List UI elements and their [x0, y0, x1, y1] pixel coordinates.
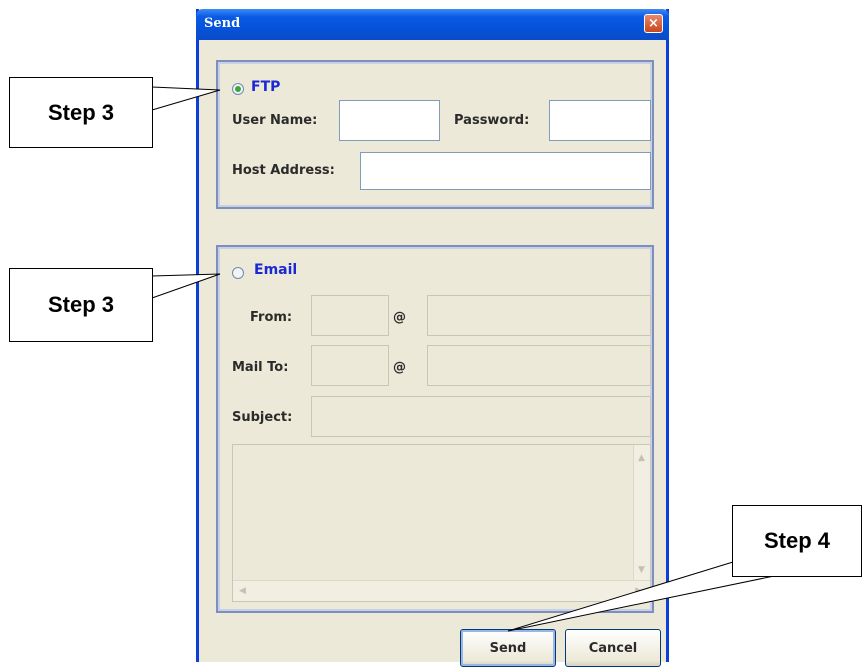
- from-label: From:: [250, 310, 293, 325]
- close-button[interactable]: ×: [644, 14, 663, 33]
- ftp-radio-label[interactable]: FTP: [251, 79, 280, 95]
- ftp-group: FTP User Name: Password: Host Address:: [216, 60, 654, 209]
- step3-email-callout: Step 3: [9, 268, 153, 342]
- window-title: Send: [204, 16, 241, 31]
- mail-to-label: Mail To:: [232, 360, 289, 375]
- email-radio[interactable]: [232, 267, 244, 279]
- from-user-input[interactable]: [311, 295, 389, 336]
- mail-to-at-sign: @: [393, 360, 406, 375]
- title-bar[interactable]: Send ×: [196, 9, 669, 40]
- subject-input[interactable]: [311, 396, 651, 437]
- send-button[interactable]: Send: [460, 629, 556, 667]
- user-name-input[interactable]: [339, 100, 440, 141]
- scroll-right-icon[interactable]: ▶: [635, 586, 642, 596]
- send-dialog: Send × FTP User Name: Password: Host Add…: [196, 9, 669, 667]
- password-input[interactable]: [549, 100, 651, 141]
- host-address-input[interactable]: [360, 152, 651, 190]
- vertical-scrollbar[interactable]: ▲ ▼: [633, 445, 650, 581]
- email-radio-label[interactable]: Email: [254, 262, 297, 278]
- horizontal-scrollbar[interactable]: ◀ ▶: [233, 580, 650, 601]
- scroll-left-icon[interactable]: ◀: [239, 586, 246, 596]
- password-label: Password:: [454, 113, 530, 128]
- message-body-textarea[interactable]: ▲ ▼ ◀ ▶: [232, 444, 651, 602]
- ftp-radio[interactable]: [232, 83, 244, 95]
- mail-to-user-input[interactable]: [311, 345, 389, 386]
- subject-label: Subject:: [232, 410, 293, 425]
- scroll-up-icon[interactable]: ▲: [638, 453, 645, 463]
- cancel-button[interactable]: Cancel: [565, 629, 661, 667]
- host-address-label: Host Address:: [232, 163, 335, 178]
- step4-callout: Step 4: [732, 505, 862, 577]
- from-at-sign: @: [393, 310, 406, 325]
- close-icon: ×: [648, 16, 659, 31]
- mail-to-domain-input[interactable]: [427, 345, 651, 386]
- email-group: Email From: @ Mail To: @ Subject: ▲ ▼ ◀ …: [216, 245, 654, 613]
- from-domain-input[interactable]: [427, 295, 651, 336]
- step3-ftp-callout: Step 3: [9, 77, 153, 148]
- user-name-label: User Name:: [232, 113, 318, 128]
- scroll-down-icon[interactable]: ▼: [638, 565, 645, 575]
